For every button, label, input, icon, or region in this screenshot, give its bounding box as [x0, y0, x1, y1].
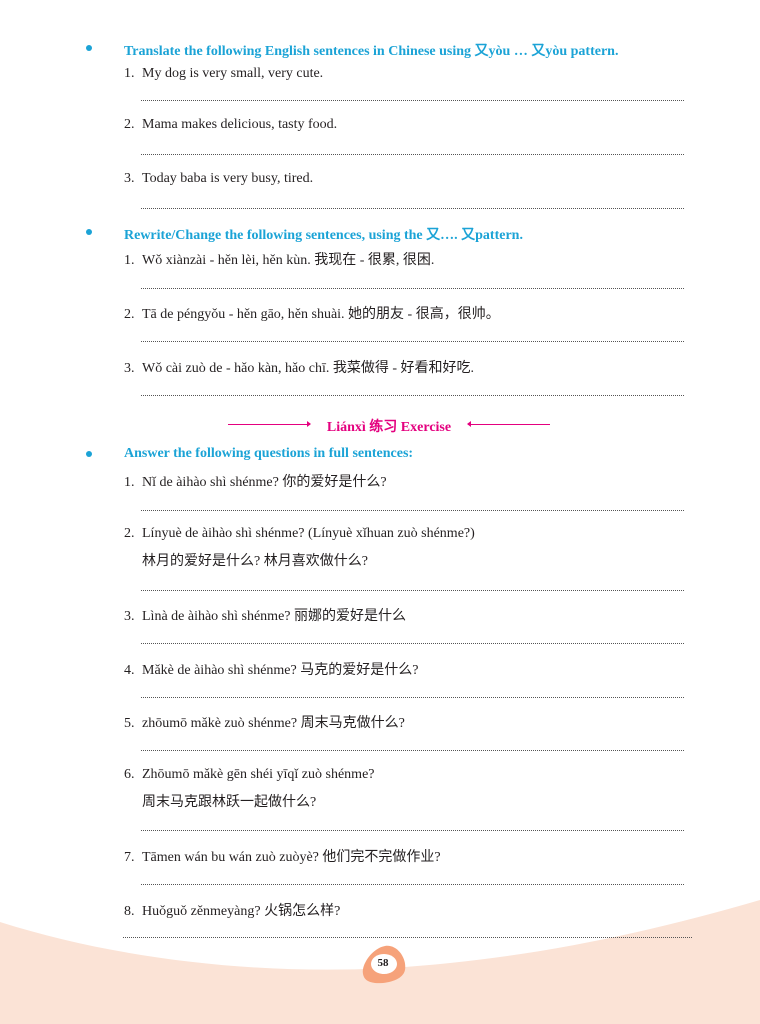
answer-line[interactable]: [141, 590, 684, 591]
answer-line[interactable]: [141, 100, 684, 101]
list-item: 2. Tā de péngyǒu - hěn gāo, hěn shuài. 她的…: [124, 307, 500, 322]
answer-line[interactable]: [141, 643, 684, 644]
list-item: 2. Línyuè de àihào shì shénme? (Línyuè xǐ…: [124, 526, 475, 541]
list-item: 3. Wǒ cài zuò de - hǎo kàn, hǎo chī. 我菜做得…: [124, 361, 475, 376]
list-item: 7. Tāmen wán bu wán zuò zuòyè? 他们完不完做作业?: [124, 850, 441, 865]
list-item: 1. My dog is very small, very cute.: [124, 66, 324, 81]
section-heading-translate: Translate the following English sentence…: [124, 44, 619, 59]
list-item-chinese: 周末马克跟林跃一起做什么?: [142, 795, 317, 810]
answer-line[interactable]: [141, 288, 684, 289]
answer-line[interactable]: [141, 830, 684, 831]
list-item: 1. Nǐ de àihào shì shénme? 你的爱好是什么?: [124, 475, 387, 490]
list-item: 3. Lìnà de àihào shì shénme? 丽娜的爱好是什么: [124, 609, 407, 624]
answer-line[interactable]: [141, 697, 684, 698]
answer-line[interactable]: [141, 341, 684, 342]
bullet-icon: [86, 229, 92, 235]
arrow-line-right: [467, 421, 550, 427]
list-item-chinese: 林月的爱好是什么? 林月喜欢做什么?: [142, 554, 368, 569]
list-item: 5. zhōumō mǎkè zuò shénme? 周末马克做什么?: [124, 716, 405, 731]
page-number: 58: [377, 957, 389, 969]
bullet-icon: [86, 451, 92, 457]
page-number-badge: 58: [357, 944, 409, 986]
answer-line[interactable]: [141, 395, 684, 396]
answer-line[interactable]: [141, 154, 684, 155]
section-heading-rewrite: Rewrite/Change the following sentences, …: [124, 228, 523, 243]
list-item: 2. Mama makes delicious, tasty food.: [124, 117, 338, 132]
arrow-line-left: [228, 421, 311, 427]
list-item: 8. Huǒguǒ zěnmeyàng? 火锅怎么样?: [124, 904, 341, 919]
answer-line[interactable]: [141, 510, 684, 511]
list-item: 6. Zhōumō mǎkè gēn shéi yīqǐ zuò shénme?: [124, 767, 375, 782]
list-item: 1. Wǒ xiànzài - hěn lèi, hěn kùn. 我现在 - 很…: [124, 253, 435, 268]
answer-line[interactable]: [141, 750, 684, 751]
answer-line[interactable]: [141, 208, 684, 209]
exercise-title: Liánxì 练习 Exercise: [326, 420, 452, 435]
bullet-icon: [86, 45, 92, 51]
list-item: 4. Mǎkè de àihào shì shénme? 马克的爱好是什么?: [124, 663, 419, 678]
list-item: 3. Today baba is very busy, tired.: [124, 171, 314, 186]
answer-line[interactable]: [123, 937, 692, 938]
section-heading-answer: Answer the following questions in full s…: [124, 446, 414, 461]
exercise-banner: Liánxì 练习 Exercise: [228, 414, 550, 436]
answer-line[interactable]: [141, 884, 684, 885]
